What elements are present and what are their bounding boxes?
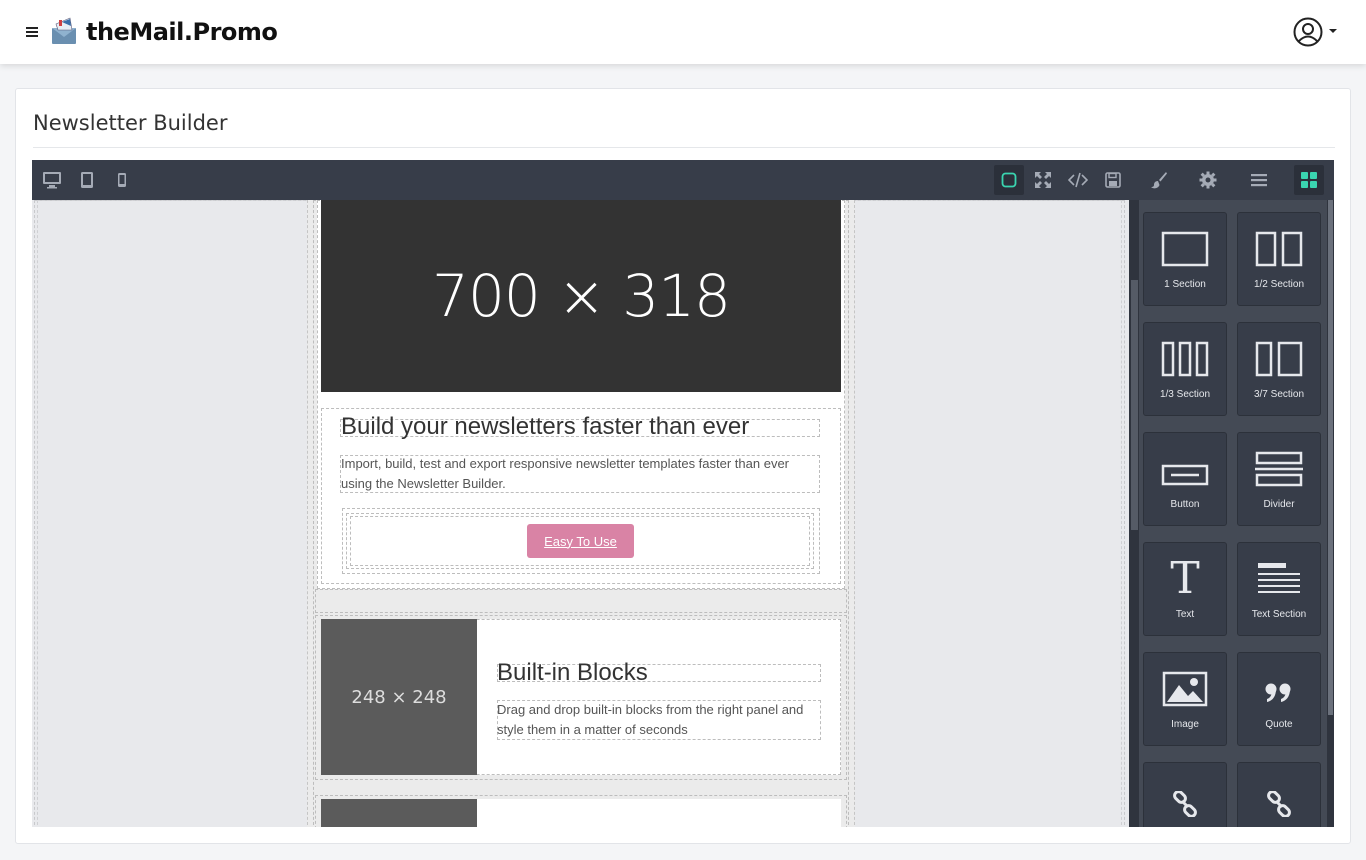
top-navbar: theMail.Promo [0,0,1366,64]
blocks-icon[interactable] [1294,165,1324,195]
divider-block-icon [1255,433,1303,493]
feature-paragraph-line1[interactable]: Drag and drop built-in blocks from the r… [497,700,803,720]
block-label: Image [1171,719,1199,730]
layer-manager-icon[interactable] [1244,165,1274,195]
logo-icon [50,16,80,46]
hero-placeholder-image[interactable]: 700 × 318 [321,200,841,392]
desktop-icon[interactable] [37,165,67,195]
feature-paragraph-line2[interactable]: style them in a matter of seconds [497,720,688,740]
block-text[interactable]: T Text [1143,542,1227,636]
block-button[interactable]: Button [1143,432,1227,526]
image-block-icon [1162,653,1208,713]
svg-text:T: T [1170,557,1199,597]
block-label: Quote [1265,719,1293,730]
blocks-panel: 1 Section 1/2 Section 1/3 Section 3/7 Se… [1129,200,1334,827]
block-link[interactable] [1143,762,1227,827]
feature-thumbnail-2[interactable] [321,799,477,827]
block-label: 1/2 Section [1253,279,1305,290]
sw-visibility-icon[interactable] [994,165,1024,195]
save-icon[interactable] [1098,165,1128,195]
block-1-section[interactable]: 1 Section [1143,212,1227,306]
one-section-icon [1161,213,1209,273]
panel-resizer[interactable] [1129,200,1139,827]
divider [33,147,1335,148]
easy-to-use-button[interactable]: Easy To Use [527,524,634,558]
tablet-icon[interactable] [72,165,102,195]
link-block-block-icon [1266,763,1292,823]
button-block-icon [1161,433,1209,493]
spacer-outline [315,589,847,613]
block-text-section[interactable]: Text Section [1237,542,1321,636]
style-manager-icon[interactable] [1144,165,1174,195]
hero-heading[interactable]: Build your newsletters faster than ever [341,413,749,441]
half-section-icon [1255,213,1303,273]
page-title: Newsletter Builder [33,111,228,135]
block-third-section[interactable]: 1/3 Section [1143,322,1227,416]
newsletter-editor: 700 × 318 Build your newsletters faster … [32,160,1334,827]
text-block-icon: T [1167,543,1203,603]
block-three-seven-section[interactable]: 3/7 Section [1237,322,1321,416]
third-section-icon [1161,323,1209,383]
block-label: Text Section [1251,609,1307,620]
blocks-scrollbar[interactable] [1327,200,1334,827]
user-menu[interactable] [1293,17,1339,47]
mobile-icon[interactable] [107,165,137,195]
text-section-icon [1256,543,1302,603]
block-label: 1 Section [1164,279,1206,290]
chevron-down-icon [1329,29,1337,33]
editor-toolbar [32,160,1334,200]
fullscreen-icon[interactable] [1028,165,1058,195]
feature-heading[interactable]: Built-in Blocks [497,659,648,687]
block-label: 1/3 Section [1159,389,1211,400]
user-avatar-icon [1293,17,1323,47]
block-divider[interactable]: Divider [1237,432,1321,526]
feature-thumbnail[interactable]: 248 × 248 [321,619,477,775]
block-label: Button [1170,499,1200,510]
block-link-block[interactable] [1237,762,1321,827]
block-label: Text [1175,609,1195,620]
block-half-section[interactable]: 1/2 Section [1237,212,1321,306]
block-quote[interactable]: Quote [1237,652,1321,746]
settings-icon[interactable] [1193,165,1223,195]
hero-paragraph-line2[interactable]: using the Newsletter Builder. [341,474,506,494]
quote-block-icon [1264,653,1294,713]
block-label: 3/7 Section [1253,389,1305,400]
three-seven-section-icon [1255,323,1303,383]
hamburger-menu-icon[interactable] [26,27,38,39]
brand-name[interactable]: theMail.Promo [86,18,278,46]
hero-paragraph-line1[interactable]: Import, build, test and export responsiv… [341,454,789,474]
block-label: Divider [1263,499,1295,510]
block-image[interactable]: Image [1143,652,1227,746]
link-block-icon [1172,763,1198,823]
editor-canvas[interactable]: 700 × 318 Build your newsletters faster … [32,200,1129,827]
code-icon[interactable] [1063,165,1093,195]
